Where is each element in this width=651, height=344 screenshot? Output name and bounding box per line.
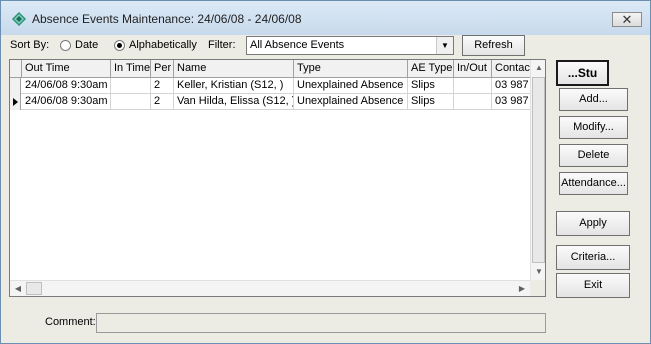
comment-field[interactable] (96, 313, 546, 333)
cell-ae-type: Slips (408, 78, 454, 94)
add-button[interactable]: Add... (559, 88, 628, 111)
close-icon: ✕ (621, 12, 633, 27)
table-row[interactable]: 24/06/08 9:30am 2 Van Hilda, Elissa (S12… (10, 94, 530, 110)
sort-date-label[interactable]: Date (75, 39, 98, 51)
apply-button[interactable]: Apply (556, 211, 630, 236)
row-indicator (10, 78, 21, 94)
modify-button[interactable]: Modify... (559, 116, 628, 139)
cell-contact: 03 987 (495, 79, 529, 91)
exit-button[interactable]: Exit (556, 273, 630, 298)
comment-label: Comment: (45, 316, 96, 328)
modify-button-label: Modify... (573, 121, 614, 133)
col-type[interactable]: Type (294, 60, 408, 78)
header-indicator (10, 60, 22, 78)
apply-button-label: Apply (579, 217, 607, 229)
table-row[interactable]: 24/06/08 9:30am 2 Keller, Kristian (S12,… (10, 78, 530, 94)
cell-out-time: 24/06/08 9:30am (22, 94, 111, 110)
cell-per: 2 (151, 94, 174, 110)
col-out-time[interactable]: Out Time (22, 60, 111, 78)
cell-name: Van Hilda, Elissa (S12, ) (174, 94, 294, 110)
cell-ae-type: Slips (408, 94, 454, 110)
col-per[interactable]: Per (151, 60, 174, 78)
scrollbar-corner (530, 280, 545, 296)
client-area: Sort By: Date Alphabetically Filter: All… (6, 35, 645, 340)
window-title: Absence Events Maintenance: 24/06/08 - 2… (32, 12, 302, 26)
attendance-button-label: Attendance... (561, 177, 626, 189)
title-bar: Absence Events Maintenance: 24/06/08 - 2… (1, 1, 650, 35)
cell-contact: 03 987 (495, 95, 529, 107)
delete-button-label: Delete (577, 149, 610, 161)
filter-label: Filter: (208, 39, 236, 51)
vertical-scroll-thumb[interactable] (532, 77, 545, 263)
criteria-button[interactable]: Criteria... (556, 245, 630, 270)
scroll-down-icon[interactable]: ▼ (531, 264, 545, 280)
cell-type: Unexplained Absence (294, 78, 408, 94)
sort-by-label: Sort By: (10, 39, 50, 51)
col-contact[interactable]: Contac (492, 60, 530, 78)
filter-select[interactable]: All Absence Events ▼ (246, 36, 454, 55)
add-button-label: Add... (579, 93, 608, 105)
col-in-out[interactable]: In/Out (454, 60, 492, 78)
delete-button[interactable]: Delete (559, 144, 628, 167)
row-pointer-icon (13, 98, 18, 106)
stu-button-label: ...Stu (567, 66, 598, 80)
col-ae-type[interactable]: AE Type (408, 60, 454, 78)
scroll-right-icon[interactable]: ▶ (514, 281, 530, 296)
col-in-time[interactable]: In Time (111, 60, 151, 78)
close-button[interactable]: ✕ (612, 12, 642, 27)
dropdown-arrow-icon[interactable]: ▼ (436, 37, 453, 54)
scroll-up-icon[interactable]: ▲ (531, 60, 545, 76)
sort-date-radio[interactable] (60, 40, 71, 51)
vertical-scrollbar[interactable]: ▲ ▼ (530, 60, 545, 280)
grid-header: Out Time In Time Per Name Type AE Type I… (10, 60, 530, 78)
cell-out-time: 24/06/08 9:30am (22, 78, 111, 94)
sort-alphabetically-radio[interactable] (114, 40, 125, 51)
refresh-button[interactable]: Refresh (462, 35, 525, 56)
cell-name: Keller, Kristian (S12, ) (174, 78, 294, 94)
exit-button-label: Exit (583, 279, 603, 291)
app-diamond-icon (12, 12, 26, 26)
cell-in-time (111, 94, 151, 110)
attendance-button[interactable]: Attendance... (559, 172, 628, 195)
absence-events-grid[interactable]: Out Time In Time Per Name Type AE Type I… (9, 59, 546, 297)
criteria-button-label: Criteria... (570, 251, 616, 263)
scroll-left-icon[interactable]: ◀ (10, 281, 26, 296)
absence-events-window: Absence Events Maintenance: 24/06/08 - 2… (0, 0, 651, 344)
row-indicator (10, 94, 21, 110)
sort-alphabetically-label[interactable]: Alphabetically (129, 39, 197, 51)
cell-in-out (454, 78, 492, 94)
horizontal-scrollbar[interactable]: ◀ ▶ (10, 280, 530, 296)
horizontal-scroll-thumb[interactable] (26, 282, 42, 295)
refresh-button-label: Refresh (474, 39, 513, 51)
cell-per: 2 (151, 78, 174, 94)
stu-button[interactable]: ...Stu (556, 60, 609, 86)
filter-select-value: All Absence Events (250, 39, 345, 51)
col-name[interactable]: Name (174, 60, 294, 78)
cell-type: Unexplained Absence (294, 94, 408, 110)
cell-in-time (111, 78, 151, 94)
cell-in-out (454, 94, 492, 110)
